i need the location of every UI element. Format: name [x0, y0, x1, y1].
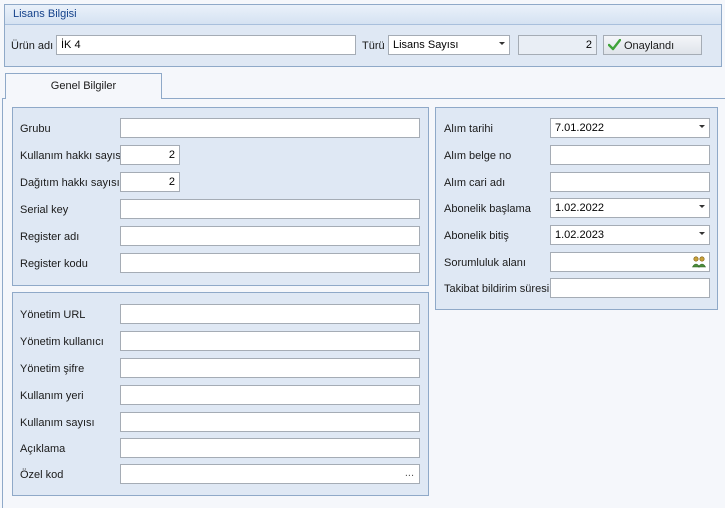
sub-start-value: 1.02.2022 [555, 202, 604, 214]
usage-place-field[interactable] [120, 385, 420, 405]
sub-start-label: Abonelik başlama [444, 203, 531, 215]
admin-user-field[interactable] [120, 331, 420, 351]
approved-checkbox[interactable]: Onaylandı [603, 35, 702, 55]
license-info-title: Lisans Bilgisi [5, 5, 721, 25]
followup-field[interactable] [550, 278, 710, 298]
sub-start-date-picker[interactable]: 1.02.2022 [550, 198, 710, 218]
distribution-rights-label: Dağıtım hakkı sayısı [20, 177, 120, 189]
tab-general-info[interactable]: Genel Bilgiler [5, 73, 162, 99]
group-label: Grubu [20, 123, 51, 135]
usage-rights-label: Kullanım hakkı sayısı [20, 150, 124, 162]
serial-key-label: Serial key [20, 204, 69, 216]
product-name-field[interactable]: İK 4 [56, 35, 356, 55]
admin-password-label: Yönetim şifre [20, 363, 85, 375]
purchase-date-value: 7.01.2022 [555, 122, 604, 134]
chevron-down-icon[interactable] [699, 125, 705, 128]
license-count-field[interactable]: 2 [518, 35, 597, 55]
sub-end-label: Abonelik bitiş [444, 230, 509, 242]
type-select-value: Lisans Sayısı [393, 39, 459, 51]
register-code-field[interactable] [120, 253, 420, 273]
serial-key-field[interactable] [120, 199, 420, 219]
type-select[interactable]: Lisans Sayısı [388, 35, 510, 55]
purchase-date-label: Alım tarihi [444, 123, 493, 135]
admin-url-field[interactable] [120, 304, 420, 324]
purchase-doc-label: Alım belge no [444, 150, 512, 162]
purchase-account-label: Alım cari adı [444, 177, 506, 189]
register-name-label: Register adı [20, 231, 80, 243]
usage-count-field[interactable] [120, 412, 420, 432]
admin-url-label: Yönetim URL [20, 309, 86, 321]
sub-end-date-picker[interactable]: 1.02.2023 [550, 225, 710, 245]
usage-rights-field[interactable]: 2 [120, 145, 180, 165]
responsibility-label: Sorumluluk alanı [444, 257, 526, 269]
users-icon[interactable] [692, 256, 706, 268]
description-label: Açıklama [20, 443, 66, 455]
special-code-label: Özel kod [20, 469, 64, 481]
group-field[interactable] [120, 118, 420, 138]
chevron-down-icon[interactable] [499, 42, 505, 45]
admin-user-label: Yönetim kullanıcı [20, 336, 104, 348]
checkmark-icon [608, 39, 621, 51]
admin-password-field[interactable] [120, 358, 420, 378]
usage-place-label: Kullanım yeri [20, 390, 84, 402]
sub-end-value: 1.02.2023 [555, 229, 604, 241]
purchase-date-picker[interactable]: 7.01.2022 [550, 118, 710, 138]
special-code-field[interactable]: ... [120, 464, 420, 484]
register-name-field[interactable] [120, 226, 420, 246]
distribution-rights-field[interactable]: 2 [120, 172, 180, 192]
approved-label: Onaylandı [624, 40, 675, 52]
followup-label: Takibat bildirim süresi [444, 283, 550, 295]
chevron-down-icon[interactable] [699, 232, 705, 235]
purchase-account-field[interactable] [550, 172, 710, 192]
register-code-label: Register kodu [20, 258, 88, 270]
purchase-doc-field[interactable] [550, 145, 710, 165]
product-name-label: Ürün adı [11, 40, 54, 52]
type-label: Türü [362, 40, 385, 52]
responsibility-field[interactable] [550, 252, 710, 272]
chevron-down-icon[interactable] [699, 205, 705, 208]
ellipsis-button[interactable]: ... [405, 466, 414, 480]
description-field[interactable] [120, 438, 420, 458]
usage-count-label: Kullanım sayısı [20, 417, 95, 429]
